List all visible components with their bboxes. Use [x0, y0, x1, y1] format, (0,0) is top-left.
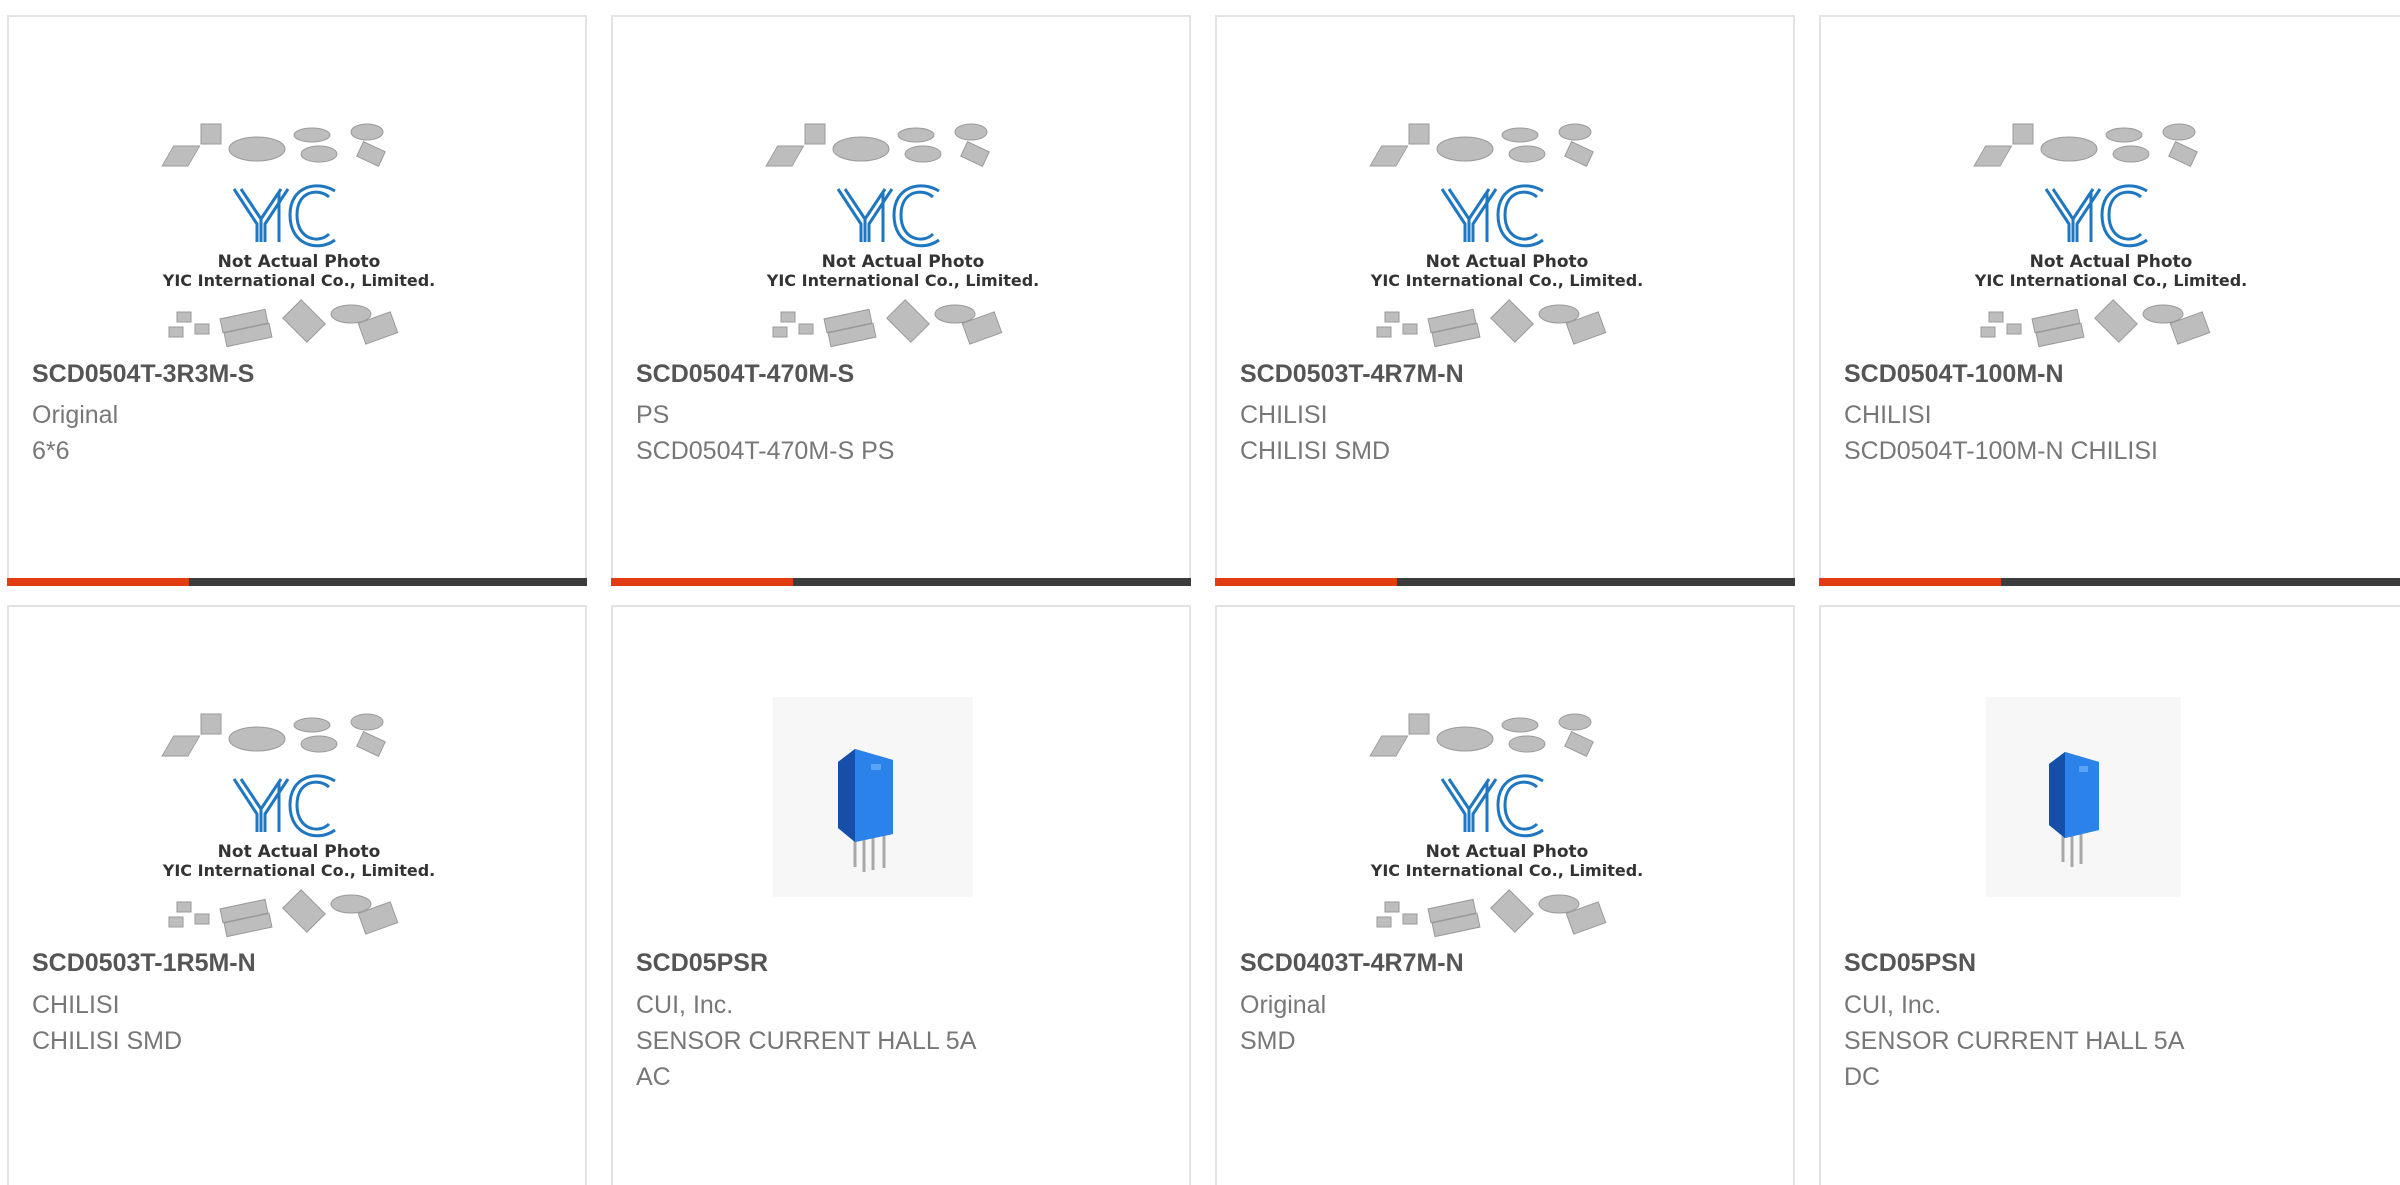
- brand: CUI, Inc.: [636, 991, 734, 1019]
- brand: CHILISI: [1240, 401, 1328, 429]
- description-line: SCD0504T-470M-S PS: [636, 437, 895, 465]
- product-card[interactable]: Not Actual Photo YIC International Co., …: [1215, 605, 1795, 1185]
- description-line: 6*6: [32, 437, 70, 465]
- product-card[interactable]: Not Actual Photo YIC International Co., …: [1215, 15, 1795, 586]
- description-line: SMD: [1240, 1027, 1296, 1055]
- product-description: PS SCD0504T-470M-S PS: [636, 397, 1056, 469]
- part-number[interactable]: SCD0503T-1R5M-N: [32, 949, 256, 978]
- description-line: CHILISI SMD: [1240, 437, 1391, 465]
- placeholder-logo-icon: Not Actual Photo YIC International Co., …: [161, 123, 435, 348]
- part-number[interactable]: SCD05PSN: [1844, 949, 1976, 978]
- part-number[interactable]: SCD0504T-100M-N: [1844, 360, 2064, 389]
- product-image[interactable]: Not Actual Photo YIC International Co., …: [139, 692, 459, 957]
- part-number[interactable]: SCD0504T-470M-S: [636, 360, 854, 389]
- current-sensor-icon: [773, 697, 973, 897]
- placeholder-caption: Not Actual Photo: [218, 842, 381, 862]
- part-number[interactable]: SCD0504T-3R3M-S: [32, 360, 254, 389]
- placeholder-caption: YIC International Co., Limited.: [766, 271, 1039, 290]
- product-image[interactable]: [743, 692, 1063, 957]
- brand: PS: [636, 401, 670, 429]
- part-number[interactable]: SCD05PSR: [636, 949, 768, 978]
- part-number[interactable]: SCD0403T-4R7M-N: [1240, 949, 1464, 978]
- brand: Original: [32, 401, 119, 429]
- brand: CHILISI: [1844, 401, 1932, 429]
- part-number[interactable]: SCD0503T-4R7M-N: [1240, 360, 1464, 389]
- product-description: CUI, Inc. SENSOR CURRENT HALL 5A DC: [1844, 987, 2264, 1095]
- description-line: CHILISI SMD: [32, 1027, 183, 1055]
- placeholder-caption: Not Actual Photo: [218, 252, 381, 272]
- product-image[interactable]: Not Actual Photo YIC International Co., …: [1347, 692, 1667, 957]
- placeholder-caption: YIC International Co., Limited.: [1370, 271, 1643, 290]
- placeholder-logo-icon: Not Actual Photo YIC International Co., …: [1369, 713, 1643, 938]
- placeholder-logo-icon: Not Actual Photo YIC International Co., …: [161, 713, 435, 938]
- description-line: SENSOR CURRENT HALL 5A: [636, 1027, 977, 1055]
- card-bottom-bar: [1215, 578, 1795, 586]
- product-description: CHILISI CHILISI SMD: [1240, 397, 1660, 469]
- product-description: CHILISI SCD0504T-100M-N CHILISI: [1844, 397, 2264, 469]
- description-line: AC: [636, 1063, 671, 1091]
- placeholder-logo-icon: Not Actual Photo YIC International Co., …: [765, 123, 1039, 348]
- product-description: CHILISI CHILISI SMD: [32, 987, 452, 1059]
- brand: Original: [1240, 991, 1327, 1019]
- product-image[interactable]: Not Actual Photo YIC International Co., …: [139, 102, 459, 367]
- product-description: CUI, Inc. SENSOR CURRENT HALL 5A AC: [636, 987, 1056, 1095]
- product-card[interactable]: Not Actual Photo YIC International Co., …: [611, 15, 1191, 586]
- product-card[interactable]: SCD05PSR CUI, Inc. SENSOR CURRENT HALL 5…: [611, 605, 1191, 1185]
- description-line: SCD0504T-100M-N CHILISI: [1844, 437, 2159, 465]
- placeholder-caption: Not Actual Photo: [1426, 842, 1589, 862]
- product-image[interactable]: [1951, 692, 2271, 957]
- placeholder-caption: YIC International Co., Limited.: [1974, 271, 2247, 290]
- placeholder-logo-icon: Not Actual Photo YIC International Co., …: [1973, 123, 2247, 348]
- placeholder-caption: YIC International Co., Limited.: [162, 861, 435, 880]
- placeholder-caption: Not Actual Photo: [822, 252, 985, 272]
- product-image[interactable]: Not Actual Photo YIC International Co., …: [1951, 102, 2271, 367]
- product-description: Original 6*6: [32, 397, 452, 469]
- product-description: Original SMD: [1240, 987, 1660, 1059]
- brand: CHILISI: [32, 991, 120, 1019]
- placeholder-logo-icon: Not Actual Photo YIC International Co., …: [1369, 123, 1643, 348]
- card-bottom-bar: [611, 578, 1191, 586]
- product-card[interactable]: Not Actual Photo YIC International Co., …: [7, 605, 587, 1185]
- placeholder-caption: Not Actual Photo: [1426, 252, 1589, 272]
- product-image[interactable]: Not Actual Photo YIC International Co., …: [1347, 102, 1667, 367]
- description-line: SENSOR CURRENT HALL 5A: [1844, 1027, 2185, 1055]
- product-card[interactable]: Not Actual Photo YIC International Co., …: [7, 15, 587, 586]
- placeholder-caption: YIC International Co., Limited.: [162, 271, 435, 290]
- placeholder-caption: Not Actual Photo: [2030, 252, 2193, 272]
- product-grid: Not Actual Photo YIC International Co., …: [0, 0, 2400, 1185]
- product-image[interactable]: Not Actual Photo YIC International Co., …: [743, 102, 1063, 367]
- card-bottom-bar: [7, 578, 587, 586]
- product-card[interactable]: Not Actual Photo YIC International Co., …: [1819, 15, 2400, 586]
- placeholder-caption: YIC International Co., Limited.: [1370, 861, 1643, 880]
- card-bottom-bar: [1819, 578, 2400, 586]
- current-sensor-icon: [1986, 697, 2181, 897]
- product-card[interactable]: SCD05PSN CUI, Inc. SENSOR CURRENT HALL 5…: [1819, 605, 2400, 1185]
- brand: CUI, Inc.: [1844, 991, 1942, 1019]
- description-line: DC: [1844, 1063, 1881, 1091]
